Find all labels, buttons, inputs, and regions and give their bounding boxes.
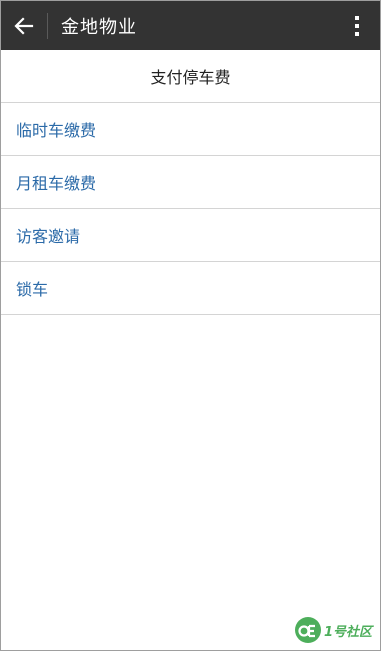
menu-item-temporary-car-payment[interactable]: 临时车缴费 — [1, 103, 380, 156]
back-button[interactable] — [1, 1, 47, 50]
phone-screen: 金地物业 支付停车费 临时车缴费 月租车缴费 访客邀请 锁车 1号社区 — [0, 0, 381, 651]
watermark: 1号社区 — [294, 616, 372, 644]
community-logo-icon — [294, 617, 321, 643]
menu-item-monthly-car-payment[interactable]: 月租车缴费 — [1, 156, 380, 209]
more-vertical-icon — [355, 15, 359, 36]
section-title: 支付停车费 — [1, 50, 380, 103]
app-title: 金地物业 — [61, 16, 137, 38]
watermark-text: 1号社区 — [323, 624, 372, 640]
menu-item-visitor-invitation[interactable]: 访客邀请 — [1, 209, 380, 262]
app-bar-divider — [47, 12, 48, 39]
app-bar: 金地物业 — [1, 1, 380, 50]
menu-item-lock-car[interactable]: 锁车 — [1, 262, 380, 315]
arrow-left-icon — [14, 16, 34, 35]
overflow-menu-button[interactable] — [344, 1, 370, 50]
menu-list: 临时车缴费 月租车缴费 访客邀请 锁车 — [1, 103, 380, 315]
